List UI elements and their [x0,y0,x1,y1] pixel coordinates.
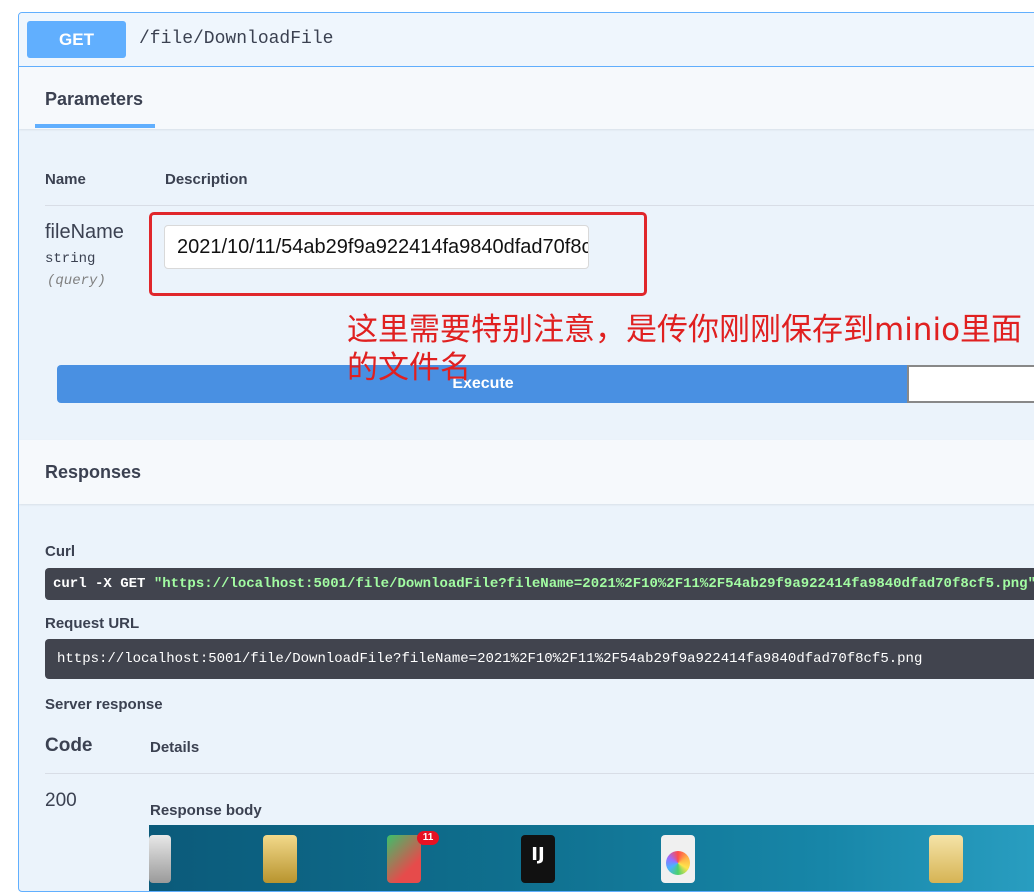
curl-command-box[interactable]: curl -X GET "https://localhost:5001/file… [45,568,1034,600]
notification-badge: 11 [417,831,439,845]
http-method-badge: GET [27,21,126,58]
response-body-image: 11 IJ [149,825,1034,891]
details-column-header: Details [150,739,200,756]
highlight-box [149,212,647,296]
parameters-section-header: Parameters [19,67,1034,129]
column-header-description: Description [165,171,248,188]
parameter-type: string [45,251,96,267]
opblock-get-downloadfile: GET /file/DownloadFile Parameters Name D… [18,12,1034,892]
jar-file-icon [263,835,297,883]
curl-url: "https://localhost:5001/file/DownloadFil… [153,576,1034,592]
tab-parameters[interactable]: Parameters [45,89,143,110]
endpoint-path: /file/DownloadFile [139,29,334,49]
server-response-label: Server response [45,696,163,713]
photos-icon [661,835,695,883]
folder-icon [929,835,963,883]
tab-active-indicator [35,124,155,128]
parameter-name: fileName [45,221,124,243]
responses-section-header: Responses [19,440,1034,504]
file-icon [149,835,171,883]
code-column-header: Code [45,735,93,756]
response-body-label: Response body [150,802,262,819]
request-url-box[interactable]: https://localhost:5001/file/DownloadFile… [45,639,1034,679]
annotation-note: 这里需要特别注意，是传你刚刚保存到minio里面的文件名 [347,312,1023,386]
request-url-label: Request URL [45,615,140,632]
parameter-location: (query) [47,273,106,289]
curl-prefix: curl -X GET [53,576,154,592]
response-table-divider [45,773,1034,774]
curl-label: Curl [45,543,75,560]
app-shortcut-icon: 11 [387,831,439,883]
column-header-name: Name [45,171,86,188]
response-status-code: 200 [45,790,77,811]
intellij-icon: IJ [521,835,555,883]
responses-title: Responses [45,462,142,482]
opblock-summary[interactable]: GET /file/DownloadFile [19,13,1034,67]
table-divider [45,205,1034,206]
